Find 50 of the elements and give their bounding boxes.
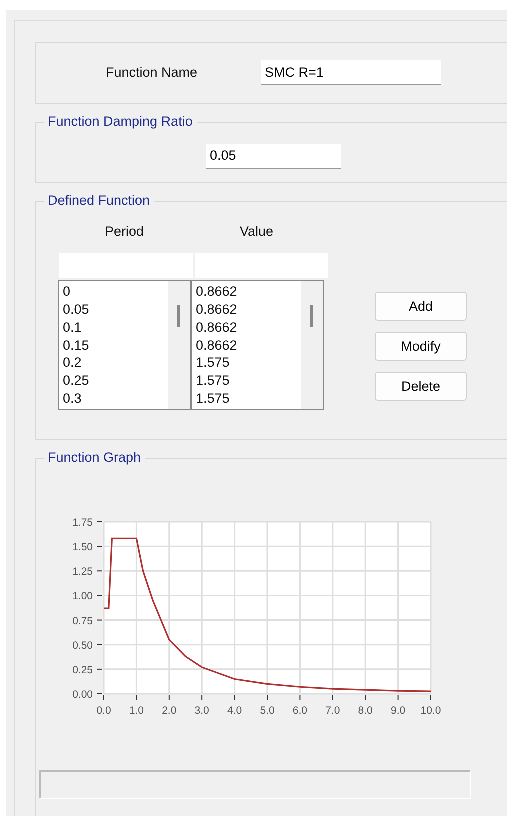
- period-input[interactable]: [59, 253, 193, 278]
- list-item[interactable]: 0.8662: [196, 336, 301, 354]
- x-tick-label: 2.0: [162, 705, 177, 718]
- list-item[interactable]: 1.575: [196, 354, 301, 372]
- action-button[interactable]: Add: [375, 292, 467, 322]
- group-title: Defined Function: [44, 193, 154, 208]
- scrollbar[interactable]: [301, 281, 323, 410]
- list-item[interactable]: 0.3: [63, 390, 168, 408]
- group-title: Function Damping Ratio: [44, 114, 197, 129]
- y-tick-label: 0.00: [72, 689, 93, 702]
- value-list[interactable]: 0.8662 0.8662 0.8662 0.8662 1.575 1.575 1.575: [191, 280, 324, 410]
- column-header: Period: [105, 224, 144, 240]
- period-list[interactable]: 0 0.05 0.1 0.15 0.2 0.25 0.3: [58, 280, 191, 410]
- x-tick-label: 6.0: [292, 705, 308, 718]
- action-button[interactable]: Modify: [375, 332, 467, 362]
- x-tick-label: 9.0: [391, 705, 406, 718]
- y-tick-label: 1.50: [72, 542, 93, 554]
- x-tick-label: 8.0: [358, 705, 373, 718]
- x-tick-label: 5.0: [260, 705, 275, 718]
- x-tick-label: 0.0: [96, 705, 112, 718]
- y-tick-label: 0.25: [72, 664, 93, 677]
- scrollbar[interactable]: [168, 281, 190, 410]
- column-header: Value: [240, 224, 274, 240]
- list-item[interactable]: 0.15: [63, 336, 168, 354]
- x-tick-label: 1.0: [129, 705, 144, 718]
- list-item[interactable]: 0.1: [63, 318, 168, 337]
- y-tick-label: 0.50: [72, 640, 93, 652]
- list-item[interactable]: 0.25: [63, 372, 168, 390]
- list-item[interactable]: 1.575: [196, 372, 301, 390]
- action-button[interactable]: Delete: [375, 372, 467, 402]
- list-item[interactable]: 0.8662: [196, 318, 301, 337]
- list-item[interactable]: 0.8662: [196, 300, 301, 319]
- x-tick-label: 7.0: [326, 705, 340, 718]
- list-item[interactable]: 1.575: [196, 390, 301, 408]
- y-tick-label: 0.75: [72, 616, 93, 628]
- y-tick-label: 1.25: [72, 566, 93, 579]
- y-tick-label: 1.00: [72, 591, 93, 604]
- damping-field[interactable]: 0.05: [206, 144, 341, 169]
- function-name-field[interactable]: SMC R=1: [261, 60, 441, 86]
- list-item[interactable]: 0: [63, 283, 168, 301]
- list-item[interactable]: 0.05: [63, 300, 168, 319]
- x-tick-label: 4.0: [228, 705, 242, 718]
- y-tick-label: 1.75: [72, 517, 93, 530]
- x-tick-label: 3.0: [194, 705, 210, 718]
- x-tick-label: 10.0: [420, 705, 442, 718]
- list-item[interactable]: 0.2: [63, 354, 168, 372]
- value-input[interactable]: [195, 253, 328, 278]
- function-name-label: Function Name: [106, 65, 199, 80]
- group-title: Function Graph: [44, 450, 146, 466]
- list-item[interactable]: 0.8662: [196, 283, 301, 301]
